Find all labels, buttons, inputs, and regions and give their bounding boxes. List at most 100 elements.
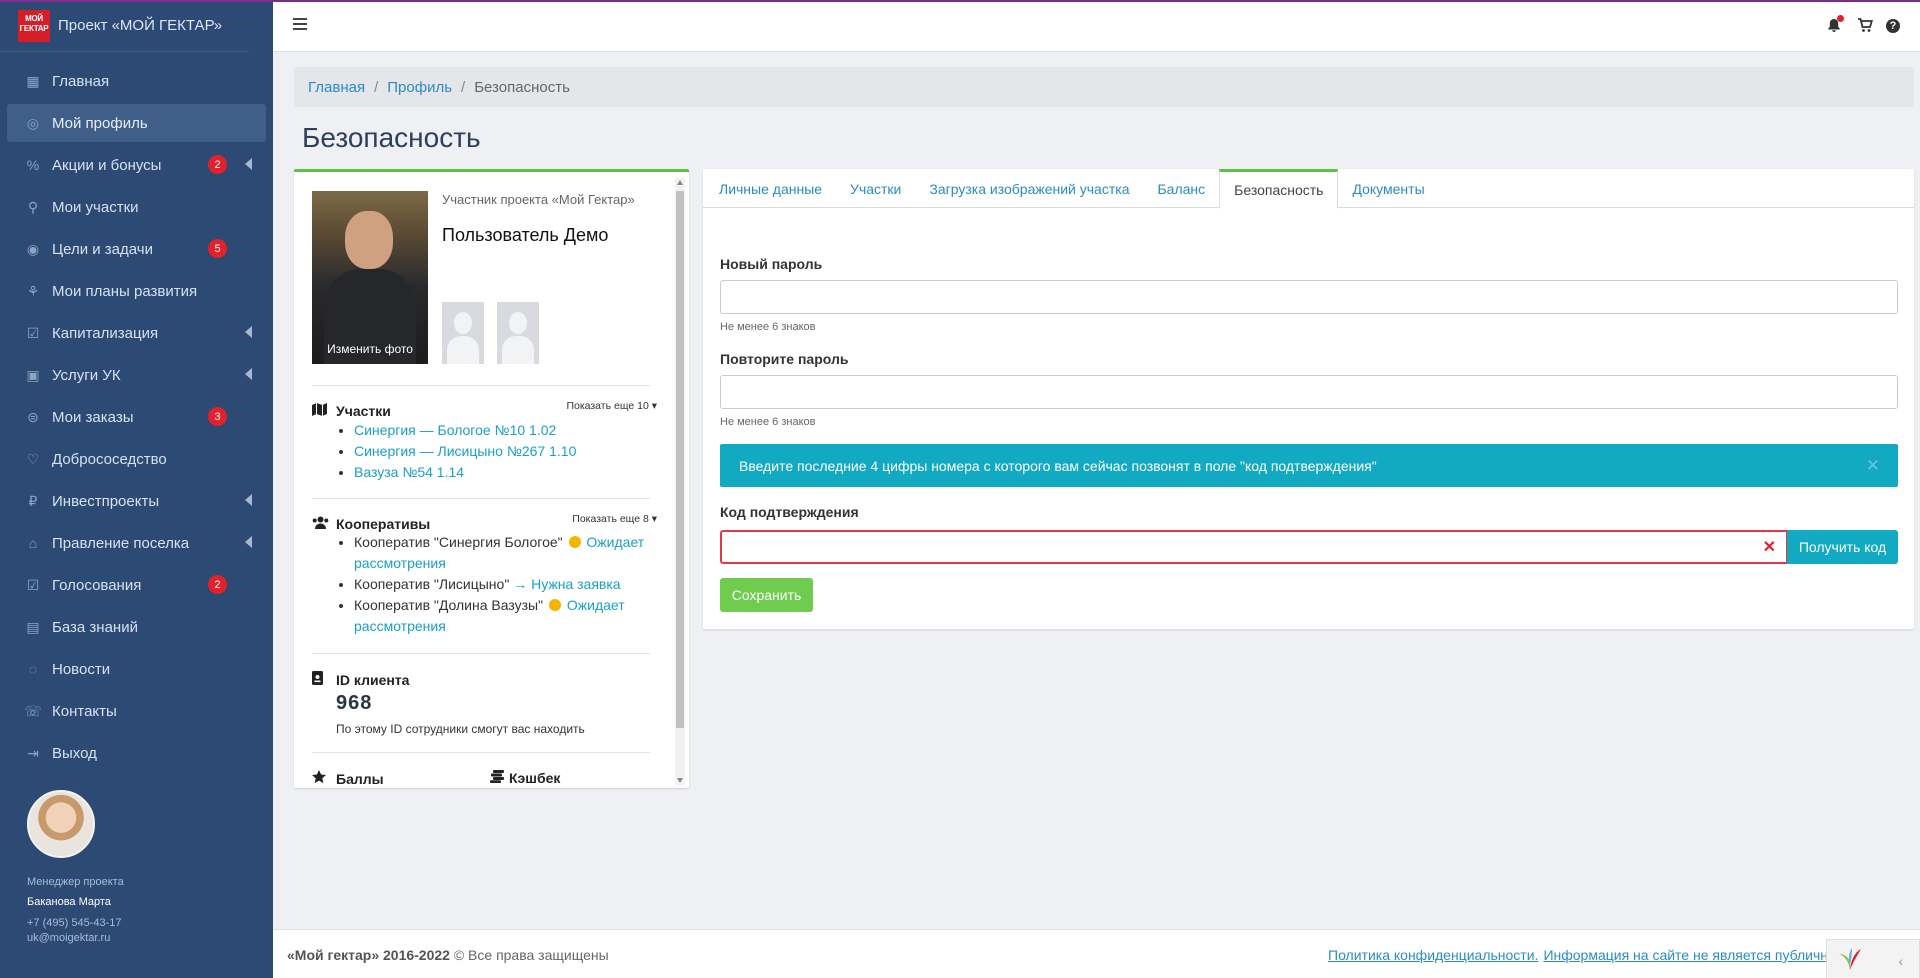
manager-name: Баканова Марта <box>27 896 111 908</box>
sidebar-item[interactable]: ⇥ Выход <box>7 734 266 772</box>
sidebar-item-label: Мой профиль <box>52 114 148 132</box>
coops-show-more[interactable]: Показать еще 8 ▾ <box>572 513 657 525</box>
new-password-input[interactable] <box>720 280 1898 314</box>
checkbox-icon: ☑ <box>26 324 40 341</box>
breadcrumb: Главная / Профиль / Безопасность <box>294 67 1914 107</box>
plots-show-more[interactable]: Показать еще 10 ▾ <box>566 400 657 412</box>
sidebar: МОЙ ГЕКТАР Проект «МОЙ ГЕКТАР» ▦ Главная ◎ М… <box>0 0 273 978</box>
get-code-button[interactable]: Получить код <box>1787 530 1898 564</box>
help-icon[interactable]: ? <box>1886 19 1900 33</box>
user-circle-icon: ◎ <box>26 114 40 131</box>
sidebar-item[interactable]: ▦ Главная <box>7 62 266 100</box>
sidebar-item[interactable]: % Акции и бонусы 2 <box>7 146 266 184</box>
sidebar-item[interactable]: ⚲ Мои участки <box>7 188 266 226</box>
plot-link[interactable]: Синергия — Бологое №10 1.02 <box>354 422 556 438</box>
sidebar-item[interactable]: ☏ Контакты <box>7 692 266 730</box>
growth-icon: ⚘ <box>26 282 40 299</box>
breadcrumb-profile[interactable]: Профиль <box>387 79 452 96</box>
coops-list: Кооператив "Синергия Бологое" Ожидает ра… <box>336 532 646 637</box>
manager-phone[interactable]: +7 (495) 545-43-17 <box>27 917 247 929</box>
profile-subtitle: Участник проекта «Мой Гектар» <box>442 192 635 207</box>
info-alert: Введите последние 4 цифры номера с котор… <box>720 444 1898 487</box>
tab[interactable]: Баланс <box>1143 169 1219 208</box>
count-badge: 3 <box>208 407 227 426</box>
sidebar-item-label: Новости <box>52 660 111 678</box>
coop-status-link[interactable]: Нужна заявка <box>531 576 620 592</box>
sidebar-item[interactable]: ◎ Мой профиль <box>7 104 266 142</box>
tab[interactable]: Личные данные <box>705 169 836 208</box>
brand-title: Проект «МОЙ ГЕКТАР» <box>58 17 223 34</box>
feedback-widget[interactable]: ‹ <box>1826 939 1920 978</box>
sidebar-item-label: Цели и задачи <box>52 240 153 258</box>
sidebar-item[interactable]: ☑ Голосования 2 <box>7 566 266 604</box>
privacy-policy-link[interactable]: Политика конфиденциальности. <box>1328 947 1538 963</box>
bell-icon[interactable] <box>1826 15 1844 34</box>
manager-role: Менеджер проекта <box>27 876 124 888</box>
id-card-icon <box>312 671 328 688</box>
member-avatar-placeholder[interactable] <box>497 302 539 364</box>
sidebar-item[interactable]: ☑ Капитализация <box>7 314 266 352</box>
cashback-heading: Кэшбек <box>490 770 560 786</box>
close-icon[interactable]: ✕ <box>1866 457 1880 474</box>
scrollbar-thumb[interactable] <box>676 191 684 728</box>
tab[interactable]: Безопасность <box>1219 169 1339 209</box>
error-x-icon: ✕ <box>1762 539 1776 556</box>
tab[interactable]: Участки <box>836 169 915 208</box>
plot-link[interactable]: Синергия — Лисицыно №267 1.10 <box>354 443 576 459</box>
manager-email[interactable]: uk@moigektar.ru <box>27 932 247 944</box>
brand[interactable]: МОЙ ГЕКТАР Проект «МОЙ ГЕКТАР» <box>0 0 249 52</box>
news-icon: ◌ <box>28 661 38 677</box>
list-item: Синергия — Бологое №10 1.02 <box>354 420 646 441</box>
breadcrumb-separator: / <box>374 78 379 96</box>
menu-icon[interactable] <box>293 18 307 30</box>
manager-card: Менеджер проекта Баканова Марта +7 (495)… <box>27 790 247 944</box>
handshake-icon: ♡ <box>26 450 40 467</box>
breadcrumb-home[interactable]: Главная <box>308 79 365 96</box>
sidebar-item[interactable]: ♡ Добрососедство <box>7 440 266 478</box>
confirmation-code-input[interactable]: ✕ <box>720 530 1788 564</box>
sidebar-item[interactable]: ◉ Цели и задачи 5 <box>7 230 266 268</box>
cart-icon[interactable] <box>1857 18 1874 34</box>
profile-scrollbar[interactable] <box>675 178 685 785</box>
leaf-logo-icon <box>1839 948 1861 970</box>
sidebar-item[interactable]: ▤ База знаний <box>7 608 266 646</box>
public-offer-link[interactable]: Информация на сайте не является публично… <box>1543 947 1828 963</box>
repeat-password-input[interactable] <box>720 375 1898 409</box>
profile-card: Изменить фото Участник проекта «Мой Гект… <box>294 169 689 788</box>
profile-photo: Изменить фото <box>312 191 428 364</box>
plot-link[interactable]: Вазуза №54 1.14 <box>354 464 464 480</box>
clock-icon <box>548 599 561 611</box>
page-title: Безопасность <box>302 122 481 153</box>
sidebar-item-label: Выход <box>52 744 97 762</box>
building-icon: ⌂ <box>28 535 38 551</box>
save-button[interactable]: Сохранить <box>720 578 813 612</box>
sidebar-item[interactable]: ⌂ Правление поселка <box>7 524 266 562</box>
sidebar-item-label: Контакты <box>52 702 117 720</box>
sidebar-item-label: Мои участки <box>52 198 139 216</box>
chevron-left-icon <box>245 536 252 548</box>
member-avatar-placeholder[interactable] <box>442 302 484 364</box>
sidebar-item[interactable]: ⚘ Мои планы развития <box>7 272 266 310</box>
sidebar-item[interactable]: ⊜ Мои заказы 3 <box>7 398 266 436</box>
sidebar-item[interactable]: ₽ Инвестпроекты <box>7 482 266 520</box>
sidebar-item-label: Инвестпроекты <box>52 492 160 510</box>
divider <box>312 498 650 499</box>
sidebar-item[interactable]: ▣ Услуги УК <box>7 356 266 394</box>
tab[interactable]: Загрузка изображений участка <box>915 169 1143 208</box>
book-icon: ▤ <box>26 618 40 635</box>
coins-icon <box>490 770 506 786</box>
briefcase-icon: ▣ <box>26 366 40 383</box>
sidebar-item-label: Мои заказы <box>52 408 134 426</box>
breadcrumb-separator: / <box>461 78 466 96</box>
points-heading: Баллы <box>312 770 384 787</box>
list-item: Кооператив "Синергия Бологое" Ожидает ра… <box>354 532 646 574</box>
chevron-left-icon[interactable]: ‹ <box>1898 953 1903 969</box>
chevron-left-icon <box>245 326 252 338</box>
sidebar-item[interactable]: ◌ Новости <box>7 650 266 688</box>
vote-icon: ☑ <box>26 576 40 593</box>
profile-tabs: Личные данные Участки Загрузка изображений… <box>703 169 1914 209</box>
divider <box>312 752 650 753</box>
sidebar-item-label: Добрососедство <box>52 450 167 468</box>
tab[interactable]: Документы <box>1338 169 1438 208</box>
change-photo-button[interactable]: Изменить фото <box>312 342 428 356</box>
